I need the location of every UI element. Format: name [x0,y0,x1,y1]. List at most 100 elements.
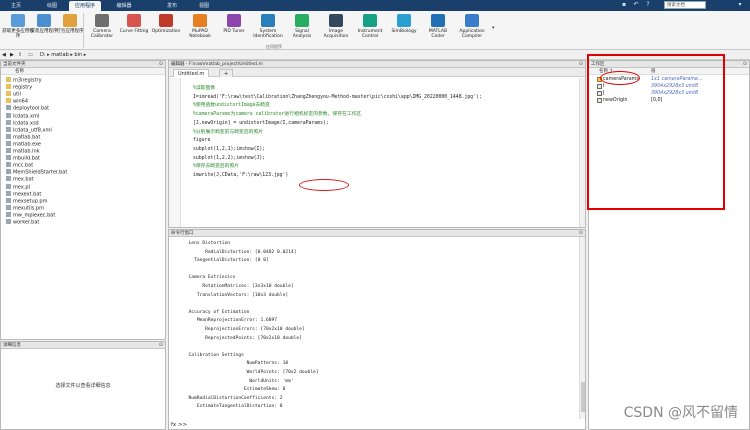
file-item[interactable]: mbuild.bat [6,155,40,162]
file-icon [6,148,11,153]
command-window: 命令行窗口 ⊙ Lens Distortion RadialDistortion… [168,229,586,430]
panel-title: 当前文件夹 [1,61,165,68]
up-folder-icon[interactable]: ⇧ [18,51,22,59]
file-name: win64 [13,98,29,105]
tab-apps[interactable]: 应用程序 [69,1,101,11]
tab-view[interactable]: 视图 [190,1,218,11]
file-item[interactable]: worker.bat [6,219,39,226]
file-item[interactable]: MemShieldStarter.bat [6,169,67,176]
back-icon[interactable]: ◀ [2,51,6,59]
code-line[interactable]: %分别展示畸变前与畸变后的照片 [193,130,263,136]
panel-menu-icon[interactable]: ⊙ [579,61,583,68]
optimization-button[interactable]: Optimization [150,14,182,48]
code-line[interactable]: %读取图像 [193,86,215,92]
tab-untitled-m[interactable]: Untitled.m [173,69,210,77]
image-acquisition-button[interactable]: Image Acquisition [320,14,352,48]
file-name: mexsetup.pm [13,198,48,205]
code-line[interactable]: I=imread('F:\raw\test\Calibration\ZhangZ… [193,95,482,101]
address-path[interactable]: D: ▸ matlab ▸ bin ▸ [40,51,86,59]
file-item[interactable]: mcc.bat [6,162,33,169]
file-item[interactable]: mexsetup.pm [6,197,48,205]
file-icon [6,162,11,168]
instrument-control-button[interactable]: Instrument Control [354,14,386,48]
file-name: registry [13,84,33,91]
ribbon-separator [83,13,84,48]
code-line[interactable]: figure [193,138,210,144]
panel-menu-icon[interactable]: ⊙ [159,61,163,68]
code-line[interactable]: %保存去畸变后的照片 [193,164,239,170]
expand-icon[interactable]: ▾ [736,1,744,9]
output-line: RotationMatrices: [3x3x10 double] [183,284,294,289]
undo-icon[interactable]: ↶ [632,1,640,9]
code-line[interactable]: subplot(1,2,2);imshow(J); [193,156,265,162]
tab-plots[interactable]: 绘图 [38,1,66,11]
file-item[interactable]: deploytool.bat [6,105,49,112]
file-item[interactable]: matlab.bat [6,133,40,141]
code-line[interactable]: subplot(1,2,1);imshow(I); [193,147,265,153]
package-app-button[interactable]: 打包应用程序 [54,14,86,48]
top-tab-bar: 主页 绘图 应用程序 编辑器 发布 视图 ▪ ↶ ? 搜索文档 ▾ [0,0,750,11]
application-compiler-button[interactable]: Application Compiler [456,14,488,48]
mupad-notebook-button[interactable]: MuPAD Notebook [184,14,216,48]
output-line: EstimateTangentialDistortion: 0 [183,404,283,410]
file-item[interactable]: mw_mpiexec.bat [6,211,56,219]
annotation-circle [299,179,349,191]
ribbon-more-icon[interactable]: ▾ [492,25,498,35]
output-line: TangentialDistortion: [0 0] [183,258,269,264]
curve-fitting-button[interactable]: Curve Fitting [118,14,150,48]
file-name: mw_mpiexec.bat [13,212,56,219]
browse-folder-icon[interactable]: ▭ [28,51,33,59]
file-item[interactable]: lcdata.xsd [6,119,39,127]
search-input[interactable]: 搜索文档 [664,1,706,9]
save-icon[interactable]: ▪ [620,1,628,9]
matlab-coder-button[interactable]: MATLAB Coder [422,14,454,48]
editor-scrollbar[interactable] [579,78,585,227]
panel-menu-icon[interactable]: ⊙ [579,230,583,237]
signal-icon [295,14,309,27]
column-header-name[interactable]: 名称 [1,68,165,75]
file-name: mex.bat [13,176,34,183]
file-item[interactable]: lcdata.xml [6,112,39,120]
instrument-icon [363,14,377,27]
code-line[interactable]: imwrite(J,CData,'F:\raw\123.jpg') [193,173,288,179]
folder-item[interactable]: win64 [6,98,28,105]
file-item[interactable]: matlab.lnk [6,148,40,155]
add-tab-button[interactable]: + [219,69,234,77]
panel-menu-icon[interactable]: ⊙ [743,61,747,68]
forward-icon[interactable]: ▶ [10,51,14,59]
output-line: Lens Distortion [183,241,231,246]
file-name: mexutils.pm [13,205,44,212]
pid-tuner-button[interactable]: PID Tuner [218,14,250,48]
plus-icon [11,14,25,27]
command-scrollbar[interactable] [579,237,585,419]
file-item[interactable]: lcdata_utf8.xml [6,126,52,134]
file-item[interactable]: mexutils.pm [6,204,44,212]
folder-item[interactable]: m3iregistry [6,77,42,84]
file-item[interactable]: mex.bat [6,176,34,183]
watermark: CSDN @风不留情 [623,405,738,421]
simbiology-button[interactable]: SimBiology [388,14,420,48]
system-identification-button[interactable]: System Identification [252,14,284,48]
tab-publish[interactable]: 发布 [158,1,186,11]
panel-menu-icon[interactable]: ⊙ [159,342,163,349]
scrollbar-thumb[interactable] [581,382,585,412]
output-line: RadialDistortion: [0.0482 0.0214] [183,249,297,255]
folder-item[interactable]: registry [6,84,32,91]
tab-home[interactable]: 主页 [2,1,30,11]
camera-calibrator-button[interactable]: Camera Calibrator [86,14,118,48]
file-item[interactable]: mex.pl [6,183,30,191]
camera-icon [95,14,109,27]
code-line[interactable]: [J,newOrigin] = undistortImage(I,cameraP… [193,121,329,127]
tab-editor[interactable]: 编辑器 [109,1,139,11]
folder-icon [6,77,11,82]
signal-analysis-button[interactable]: Signal Analysis [286,14,318,48]
folder-item[interactable]: util [6,91,21,98]
code-line[interactable]: %cameraParams为camera calibrator进行相机标定的参数… [193,112,361,118]
file-item[interactable]: matlab.exe [6,140,41,148]
file-item[interactable]: mexext.bat [6,190,41,198]
help-icon[interactable]: ? [644,1,652,9]
code-line[interactable]: %使用函数undistortImage去畸变 [193,103,270,109]
command-prompt[interactable]: fx >> [171,422,187,428]
compiler-icon [465,14,479,27]
file-icon [6,204,11,210]
